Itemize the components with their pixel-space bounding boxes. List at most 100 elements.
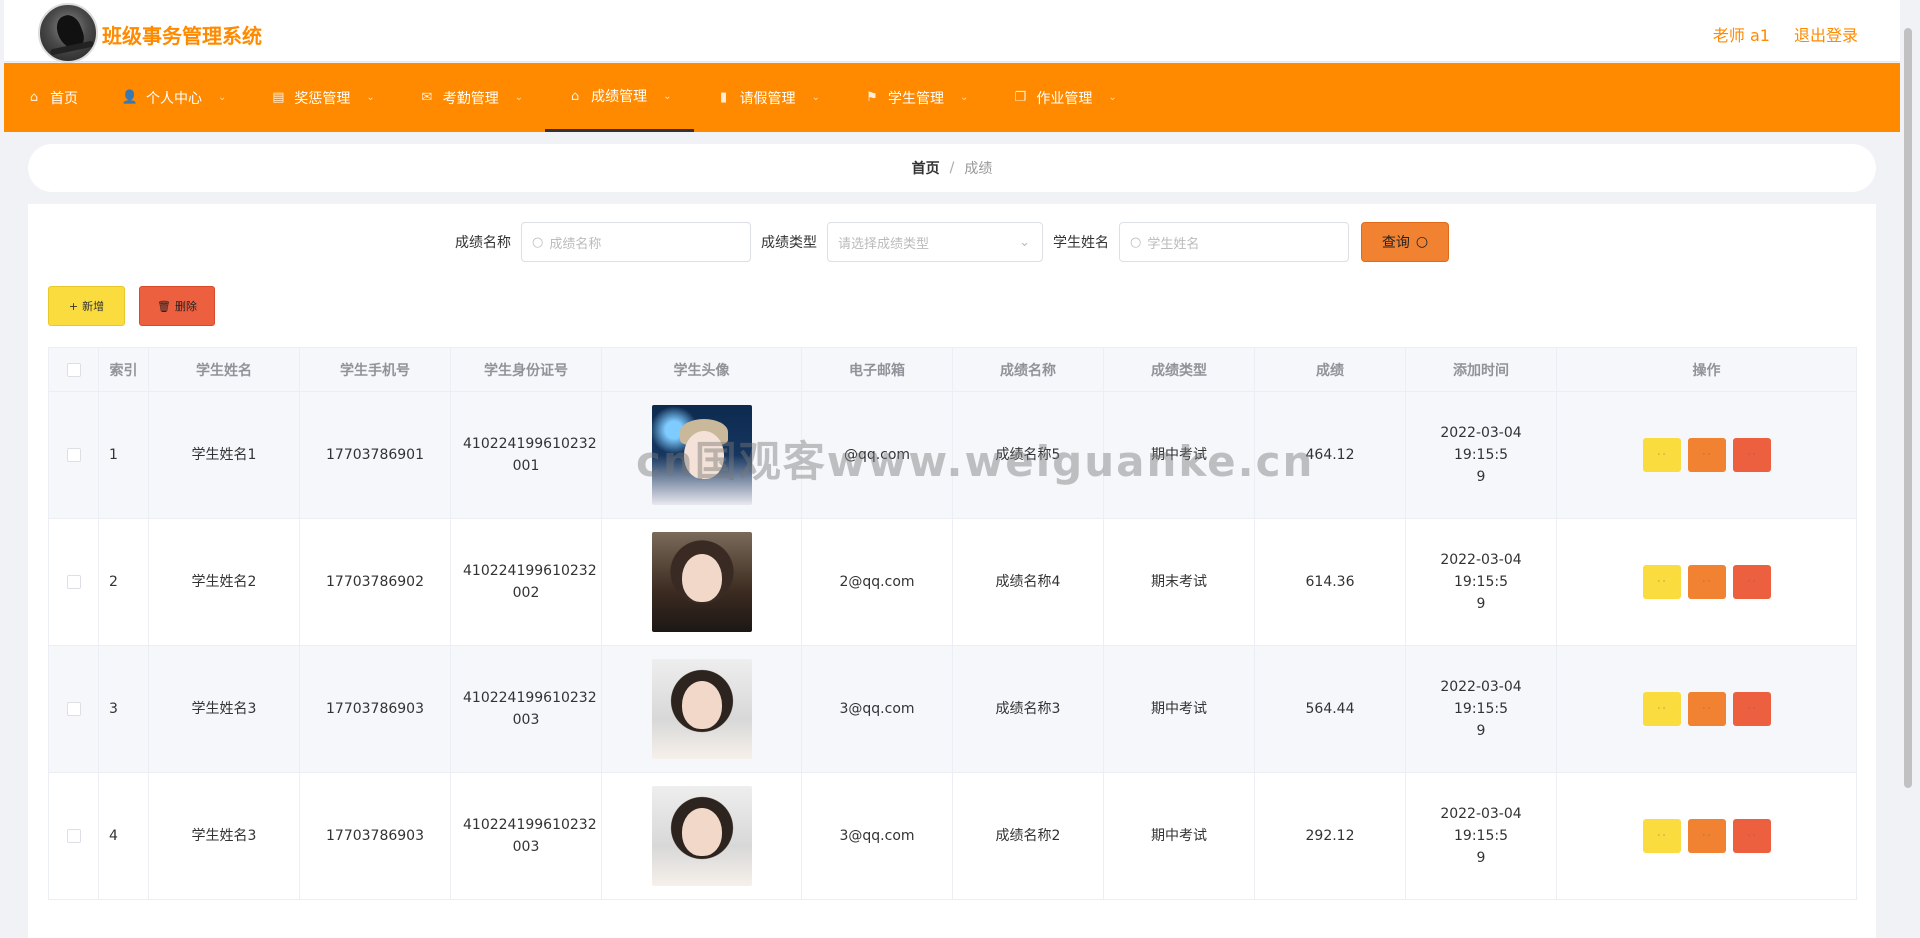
breadcrumb-current: 成绩 <box>964 161 993 177</box>
row-checkbox[interactable] <box>66 448 81 462</box>
cell-index: 2 <box>98 518 149 646</box>
app-title: 班级事务管理系统 <box>102 24 262 48</box>
cell-idcard: 410224199610232 003 <box>450 645 602 773</box>
delete-button[interactable]: 🗑 删除 <box>139 286 215 326</box>
user-label[interactable]: 老师 a1 <box>1713 22 1770 46</box>
cell-score-type: 期中考试 <box>1103 645 1255 773</box>
row-delete-button[interactable]: · · <box>1732 438 1771 472</box>
detail-button[interactable]: · · <box>1642 819 1681 853</box>
score-name-label: 成绩名称 <box>455 235 511 251</box>
cell-phone: 17703786902 <box>299 518 451 646</box>
detail-button[interactable]: · · <box>1642 438 1681 472</box>
nav-item-5[interactable]: ▮ 请假管理 ⌄ <box>694 63 842 132</box>
detail-button[interactable]: · · <box>1642 692 1681 726</box>
chevron-down-icon: ⌄ <box>1108 92 1117 103</box>
idcard-line1: 410224199610232 <box>463 436 597 452</box>
cell-score: 292.12 <box>1254 772 1406 900</box>
col-header-score-type: 成绩类型 <box>1103 347 1255 392</box>
chevron-down-icon: ⌄ <box>1019 234 1030 250</box>
table-row: 1 学生姓名1 17703786901 410224199610232 001 @qq.c… <box>48 391 1857 519</box>
time-line2: 9 <box>1476 850 1486 866</box>
col-header-score-name: 成绩名称 <box>952 347 1104 392</box>
nav-item-4[interactable]: ⌂ 成绩管理 ⌄ <box>545 63 694 132</box>
table-header-row: 索引 学生姓名 学生手机号 学生身份证号 学生头像 电子邮箱 成绩名称 成绩类型… <box>48 347 1857 392</box>
action-bar: + 新增 🗑 删除 <box>48 286 215 326</box>
student-avatar <box>651 405 752 505</box>
cell-score-name: 成绩名称2 <box>952 772 1104 900</box>
col-header-avatar: 学生头像 <box>601 347 802 392</box>
col-header-name: 学生姓名 <box>148 347 300 392</box>
nav-item-0[interactable]: ⌂ 首页 <box>26 63 100 132</box>
cell-phone: 17703786903 <box>299 645 451 773</box>
plus-icon: + <box>68 299 79 313</box>
nav-item-6[interactable]: ⚑ 学生管理 ⌄ <box>842 63 990 132</box>
col-header-phone: 学生手机号 <box>299 347 451 392</box>
add-button[interactable]: + 新增 <box>48 286 125 326</box>
cell-actions: · · · · · · <box>1556 772 1857 900</box>
logout-link[interactable]: 退出登录 <box>1794 22 1858 46</box>
score-table: 索引 学生姓名 学生手机号 学生身份证号 学生头像 电子邮箱 成绩名称 成绩类型… <box>48 347 1857 900</box>
cell-name: 学生姓名1 <box>148 391 300 519</box>
student-avatar <box>651 786 752 886</box>
row-select-cell <box>48 391 99 519</box>
cell-index: 4 <box>98 772 149 900</box>
chevron-down-icon: ⌄ <box>366 92 375 103</box>
row-checkbox[interactable] <box>66 575 81 589</box>
page-scrollbar[interactable] <box>1904 28 1912 788</box>
row-delete-button[interactable]: · · <box>1732 692 1771 726</box>
row-delete-button[interactable]: · · <box>1732 565 1771 599</box>
select-all-cell <box>48 347 99 392</box>
row-delete-button[interactable]: · · <box>1732 819 1771 853</box>
edit-button[interactable]: · · <box>1687 565 1726 599</box>
nav-item-2[interactable]: ▤ 奖惩管理 ⌄ <box>248 63 396 132</box>
select-all-checkbox[interactable] <box>66 362 81 377</box>
nav-item-1[interactable]: 👤 个人中心 ⌄ <box>100 63 248 132</box>
breadcrumb-home[interactable]: 首页 <box>912 158 940 178</box>
score-type-placeholder: 请选择成绩类型 <box>838 236 930 252</box>
nav-item-3[interactable]: ✉ 考勤管理 ⌄ <box>397 63 545 132</box>
score-name-input[interactable]: ○ 成绩名称 <box>521 222 751 262</box>
student-avatar <box>651 532 752 632</box>
cell-idcard: 410224199610232 003 <box>450 772 602 900</box>
nav-item-label: 奖惩管理 <box>294 90 351 107</box>
idcard-line2: 001 <box>512 458 540 474</box>
nav-item-label: 学生管理 <box>887 90 944 107</box>
time-line2: 9 <box>1476 596 1486 612</box>
cell-email: 2@qq.com <box>801 518 953 646</box>
cell-avatar <box>601 645 802 773</box>
nav-item-label: 请假管理 <box>739 90 796 107</box>
student-name-placeholder: 学生姓名 <box>1147 236 1200 252</box>
table-row: 3 学生姓名3 17703786903 410224199610232 003 3@qq.… <box>48 645 1857 773</box>
edit-button[interactable]: · · <box>1687 819 1726 853</box>
breadcrumb-separator: / <box>949 160 955 176</box>
trash-icon: 🗑 <box>157 299 171 313</box>
score-type-select[interactable]: 请选择成绩类型 ⌄ <box>827 222 1043 262</box>
top-header: 班级事务管理系统 老师 a1 退出登录 <box>4 0 1900 63</box>
idcard-line1: 410224199610232 <box>463 817 597 833</box>
detail-button[interactable]: · · <box>1642 565 1681 599</box>
chevron-down-icon: ⌄ <box>514 92 524 103</box>
student-name-input[interactable]: ○ 学生姓名 <box>1119 222 1349 262</box>
nav-item-label: 考勤管理 <box>442 90 499 107</box>
nav-item-label: 个人中心 <box>146 90 202 107</box>
row-checkbox[interactable] <box>66 702 81 716</box>
query-button[interactable]: 查询 ○ <box>1361 222 1449 262</box>
add-button-label: 新增 <box>82 300 105 313</box>
row-checkbox[interactable] <box>66 829 81 843</box>
cell-avatar <box>601 391 802 519</box>
cell-score: 464.12 <box>1254 391 1406 519</box>
user-icon: 👤 <box>121 90 139 105</box>
home-icon: ⌂ <box>29 90 39 105</box>
nav-item-7[interactable]: ❐ 作业管理 ⌄ <box>990 63 1138 132</box>
cell-time: 2022-03-04 19:15:5 9 <box>1405 518 1557 646</box>
cell-avatar <box>601 518 802 646</box>
user-menu: 老师 a1 退出登录 <box>1713 22 1858 46</box>
main-nav: ⌂ 首页 👤 个人中心 ⌄ ▤ 奖惩管理 ⌄ ✉ 考勤管理 ⌄ ⌂ 成绩管理 ⌄ ▮ 请假管理 ⌄ ⚑ 学生管理 ⌄ ❐… <box>4 63 1900 132</box>
edit-button[interactable]: · · <box>1687 438 1726 472</box>
row-select-cell <box>48 772 99 900</box>
edit-button[interactable]: · · <box>1687 692 1726 726</box>
col-header-time: 添加时间 <box>1405 347 1557 392</box>
clipboard-icon: ▤ <box>272 90 285 105</box>
cell-phone: 17703786903 <box>299 772 451 900</box>
cell-avatar <box>601 772 802 900</box>
